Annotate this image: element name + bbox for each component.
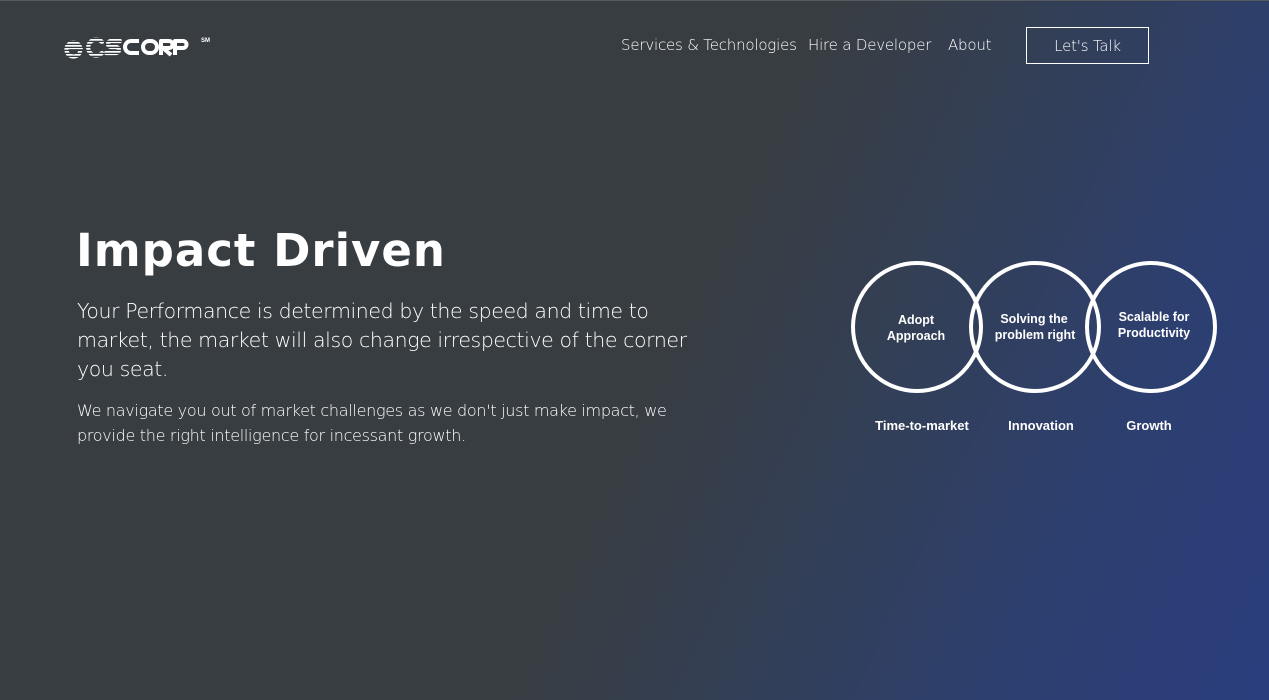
circle-adopt-approach [851,261,983,393]
hero-lead-text: Your Performance is determined by the sp… [77,299,687,381]
caption-time-to-market: Time-to-market [875,418,969,433]
caption-growth: Growth [1126,418,1172,433]
circle-1-line-1: Adopt [898,313,935,327]
nav-hire-developer[interactable]: Hire a Developer [808,36,931,54]
hero-title: Impact Driven [76,224,446,277]
nav-services-technologies[interactable]: Services & Technologies [621,36,797,54]
value-diagram: Adopt Approach Solving the problem right… [840,250,1240,450]
value-diagram-graphic: Adopt Approach Solving the problem right… [851,261,1217,433]
top-border [0,0,1269,1]
hero-sub-text: We navigate you out of market challenges… [77,401,667,445]
circle-3-line-1: Scalable for [1119,310,1190,324]
nav-about[interactable]: About [948,36,992,54]
caption-innovation: Innovation [1008,418,1074,433]
circle-2-line-2: problem right [995,328,1076,342]
circle-solving-problem [969,261,1101,393]
circle-1-line-2: Approach [887,329,945,343]
circle-2-line-1: Solving the [1000,312,1067,326]
lets-talk-button[interactable]: Let's Talk [1026,27,1149,64]
circle-3-line-2: Productivity [1118,326,1190,340]
